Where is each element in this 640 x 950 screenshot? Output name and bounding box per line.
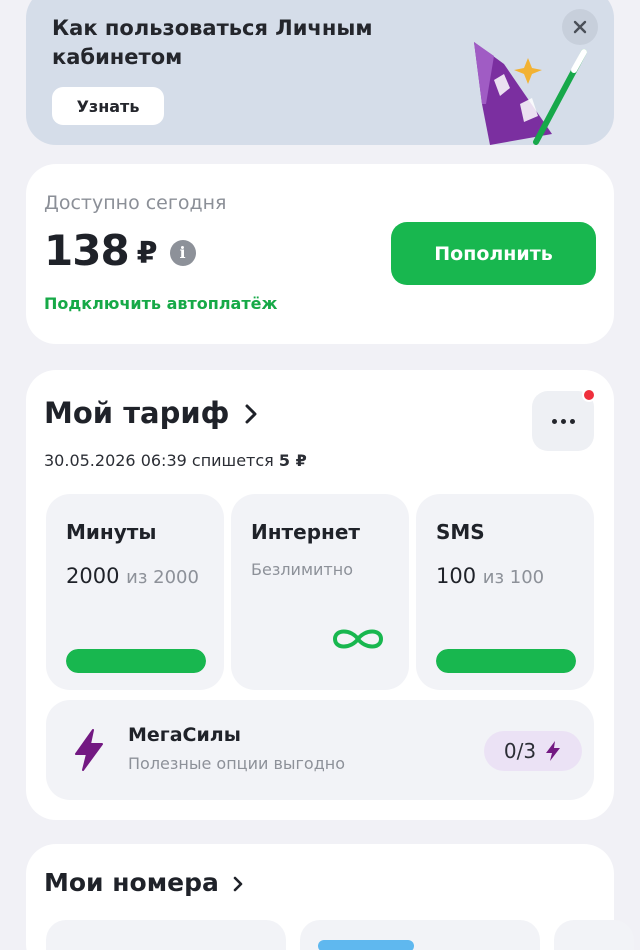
number-tile[interactable] xyxy=(46,920,286,950)
sms-tile[interactable]: SMS 100 из 100 xyxy=(416,494,594,690)
minutes-progress-fill xyxy=(66,649,206,673)
tariff-header[interactable]: Мой тариф xyxy=(44,396,257,430)
chevron-right-icon xyxy=(233,876,243,891)
more-dot xyxy=(560,418,566,424)
megasily-count: 0/3 xyxy=(503,739,537,763)
my-numbers-card: Мои номера xyxy=(26,844,634,950)
balance-card: Доступно сегодня 138 ₽ i Пополнить Подкл… xyxy=(26,164,614,344)
charge-amount: 5 ₽ xyxy=(278,451,307,470)
internet-title: Интернет xyxy=(251,520,361,544)
megasily-subtitle: Полезные опции выгодно xyxy=(128,754,346,773)
banner-title: Как пользоваться Личным кабинетом xyxy=(52,16,373,69)
chevron-right-icon xyxy=(245,404,257,424)
sms-title: SMS xyxy=(436,520,485,544)
internet-tile[interactable]: Интернет Безлимитно xyxy=(231,494,409,690)
number-chip xyxy=(318,940,414,950)
learn-button[interactable]: Узнать xyxy=(52,87,164,125)
minutes-remaining: 2000 xyxy=(66,564,120,588)
my-numbers-title: Мои номера xyxy=(44,868,219,897)
sms-total: из 100 xyxy=(482,567,545,588)
notification-dot xyxy=(582,388,596,402)
internet-note: Безлимитно xyxy=(251,560,353,579)
balance-label: Доступно сегодня xyxy=(44,192,227,214)
sms-progress-fill xyxy=(436,649,576,673)
charge-date-text: 30.05.2026 06:39 спишется xyxy=(44,451,274,470)
wizard-hat-illustration xyxy=(474,42,587,145)
tariff-title: Мой тариф xyxy=(44,396,230,430)
lightning-small-icon xyxy=(546,741,561,761)
number-tile[interactable] xyxy=(300,920,540,950)
tariff-card: Мой тариф 30.05.2026 06:39 спишется 5 ₽ … xyxy=(26,370,614,820)
number-tile[interactable] xyxy=(554,920,634,950)
more-dots-icon xyxy=(551,418,557,424)
my-numbers-header[interactable]: Мои номера xyxy=(44,868,243,897)
balance-currency: ₽ xyxy=(136,236,158,271)
sms-progress xyxy=(436,649,576,673)
topup-button[interactable]: Пополнить xyxy=(391,222,596,285)
minutes-progress xyxy=(66,649,206,673)
promo-banner: Как пользоваться Личным кабинетом Узнать xyxy=(26,0,614,145)
megasily-title: МегаСилы xyxy=(128,724,241,746)
megasily-row[interactable]: МегаСилы Полезные опции выгодно 0/3 xyxy=(46,700,594,800)
megasily-count-badge: 0/3 xyxy=(484,731,582,771)
balance-amount: 138 xyxy=(44,226,130,275)
lightning-icon xyxy=(75,729,103,771)
tariff-charge-info: 30.05.2026 06:39 спишется 5 ₽ xyxy=(44,451,307,470)
minutes-total: из 2000 xyxy=(126,567,199,588)
sms-value: 100 из 100 xyxy=(436,564,544,588)
infinity-icon xyxy=(332,629,384,649)
more-dot xyxy=(569,418,575,424)
autopay-link[interactable]: Подключить автоплатёж xyxy=(44,294,277,313)
sms-remaining: 100 xyxy=(436,564,477,588)
close-icon xyxy=(573,20,587,34)
minutes-tile[interactable]: Минуты 2000 из 2000 xyxy=(46,494,224,690)
minutes-value: 2000 из 2000 xyxy=(66,564,199,588)
balance-amount-row: 138 ₽ i xyxy=(44,226,196,275)
info-icon[interactable]: i xyxy=(169,239,196,266)
minutes-title: Минуты xyxy=(66,520,157,544)
